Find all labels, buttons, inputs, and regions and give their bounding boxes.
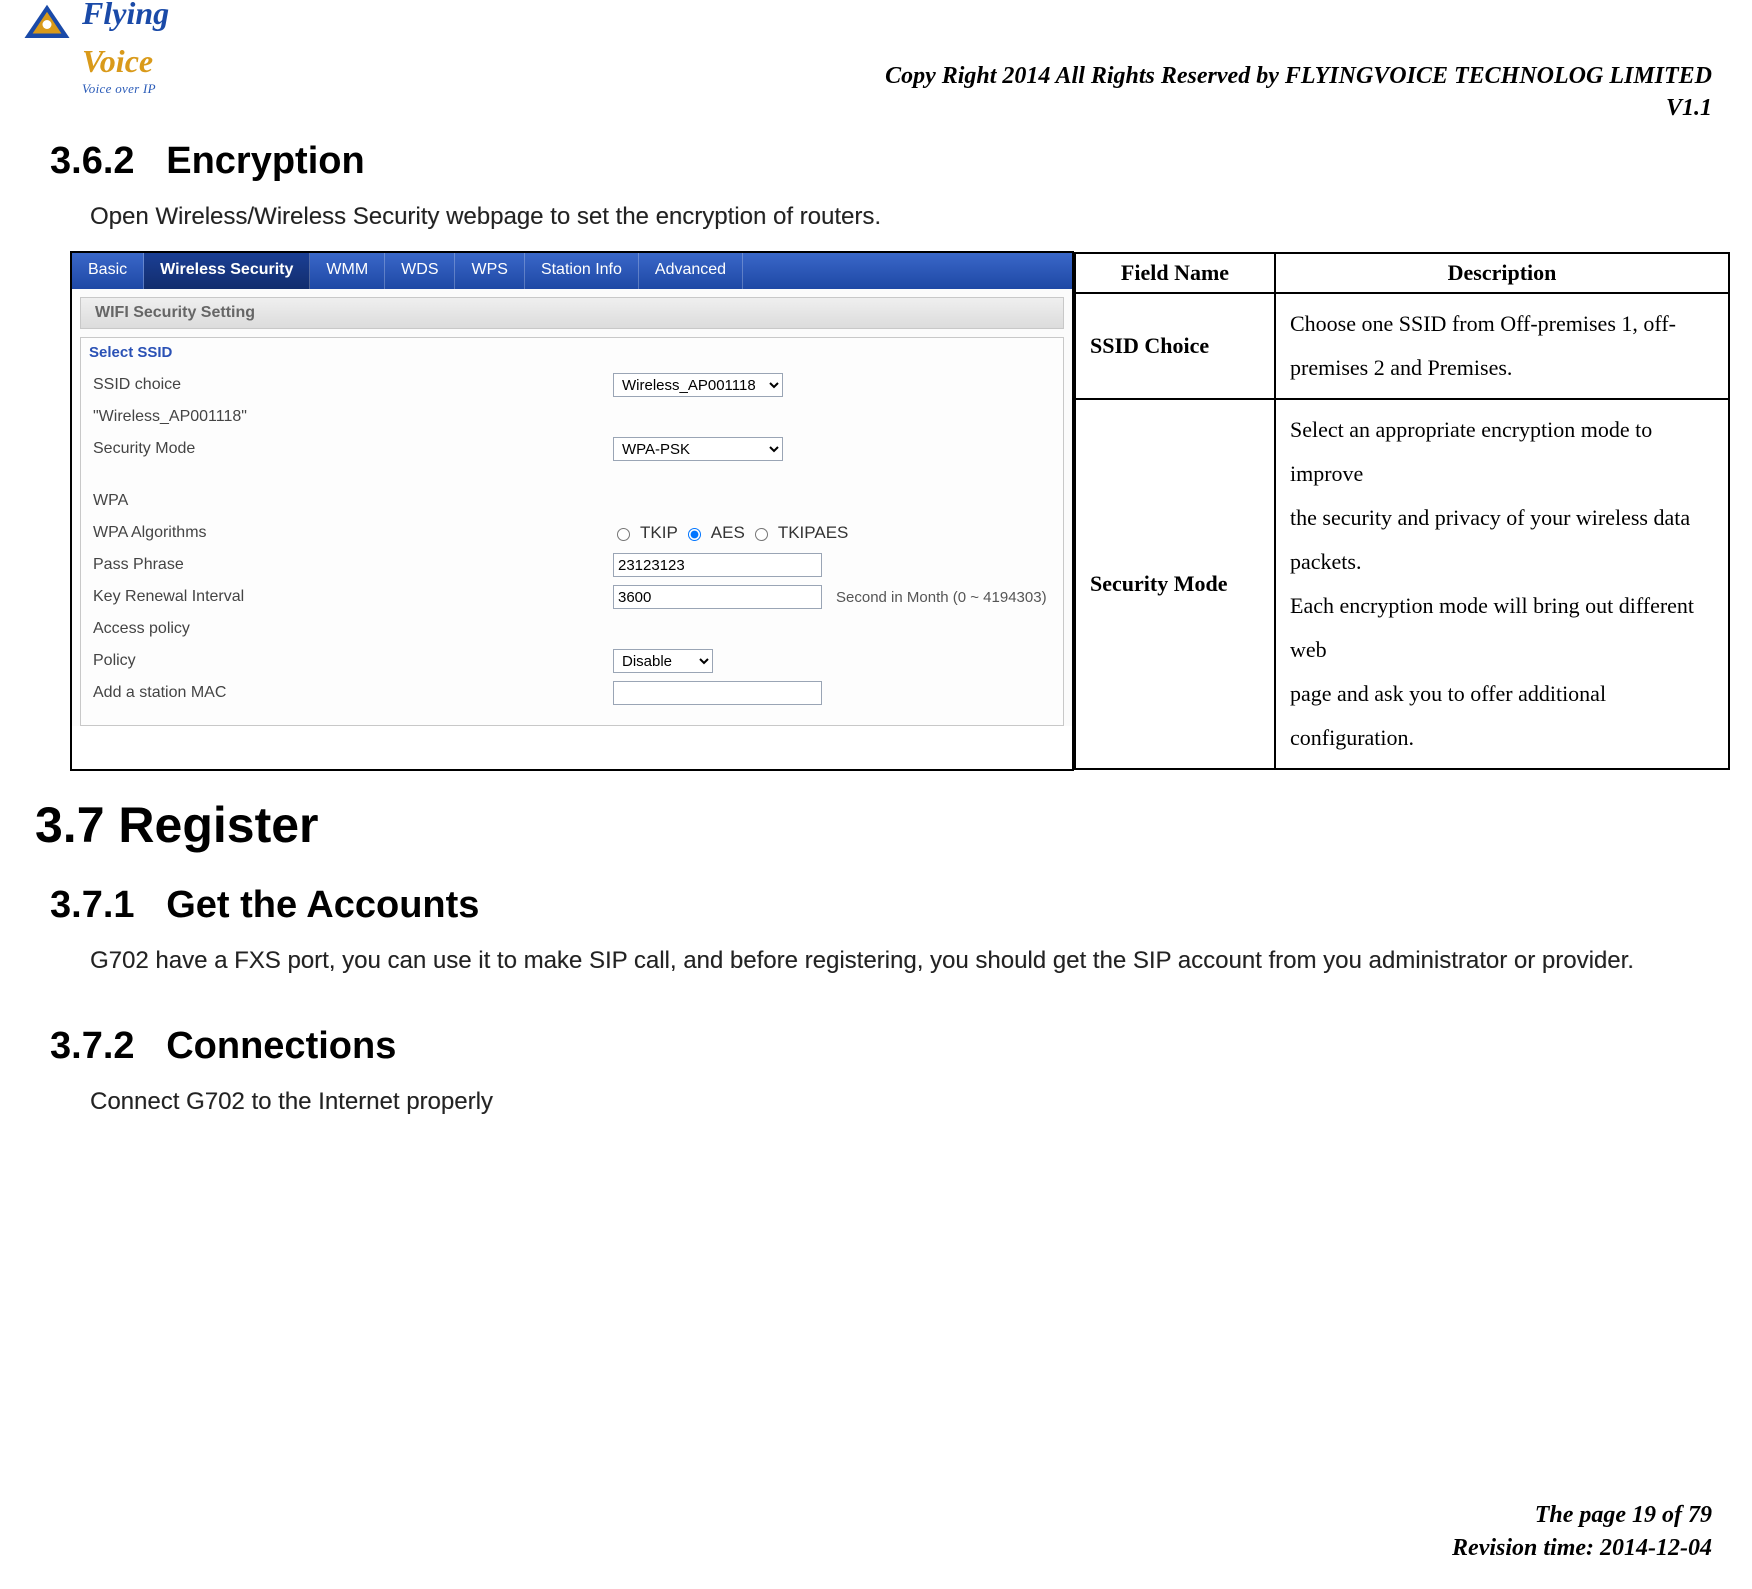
brand-logo: Flying Voice Voice over IP [20,0,169,98]
tab-advanced[interactable]: Advanced [639,253,743,289]
router-ui-screenshot: Basic Wireless Security WMM WDS WPS Stat… [72,253,1072,726]
tab-wps[interactable]: WPS [455,253,524,289]
brand-name-2: Voice [82,43,153,79]
heading-362: 3.6.2 Encryption [50,140,1712,183]
heading-371-title: Get the Accounts [166,884,479,926]
desc-row-text: Select an appropriate encryption mode to… [1275,399,1729,769]
tab-wmm[interactable]: WMM [310,253,385,289]
heading-37-title: Register [118,797,318,853]
footer-page-line: The page 19 of 79 [1452,1499,1712,1531]
field-description-table: Field Name Description SSID Choice Choos… [1074,252,1730,770]
add-station-mac-input[interactable] [613,681,822,705]
label-add-station-mac: Add a station MAC [93,684,613,702]
radio-tkip-label: TKIP [640,523,678,543]
label-key-renewal: Key Renewal Interval [93,588,613,606]
tab-basic[interactable]: Basic [72,253,144,289]
subtext-362: Open Wireless/Wireless Security webpage … [90,203,1712,231]
heading-372: 3.7.2 Connections [50,1025,1712,1068]
radio-aes[interactable] [688,528,701,541]
heading-37-num: 3.7 [35,797,105,853]
logo-mark-icon [20,0,74,43]
footer-revision-line: Revision time: 2014-12-04 [1452,1532,1712,1564]
heading-362-title: Encryption [166,140,364,182]
security-mode-select[interactable]: WPA-PSK [613,437,783,461]
brand-name-1: Flying [82,0,169,31]
heading-371: 3.7.1 Get the Accounts [50,884,1712,927]
desc-row-text: Choose one SSID from Off-premises 1, off… [1275,293,1729,399]
desc-row-field: SSID Choice [1075,293,1275,399]
tab-wireless-security[interactable]: Wireless Security [144,253,310,289]
subtext-371: G702 have a FXS port, you can use it to … [90,947,1712,975]
pass-phrase-input[interactable] [613,553,822,577]
brand-subtitle: Voice over IP [82,81,156,96]
key-renewal-after: Second in Month (0 ~ 4194303) [836,589,1047,606]
radio-tkipaes-label: TKIPAES [778,523,849,543]
ssid-choice-select[interactable]: Wireless_AP001118 [613,373,783,397]
label-access-policy: Access policy [93,620,613,638]
desc-header-description: Description [1275,253,1729,293]
radio-aes-label: AES [711,523,745,543]
version-line: V1.1 [885,92,1712,124]
label-pass-phrase: Pass Phrase [93,556,613,574]
desc-row-field: Security Mode [1075,399,1275,769]
tab-station-info[interactable]: Station Info [525,253,639,289]
heading-362-num: 3.6.2 [50,140,135,182]
label-wpa-algorithms: WPA Algorithms [93,524,613,542]
heading-372-num: 3.7.2 [50,1025,135,1067]
subtext-372: Connect G702 to the Internet properly [90,1088,1712,1116]
key-renewal-input[interactable] [613,585,822,609]
policy-select[interactable]: Disable [613,649,713,673]
label-policy: Policy [93,652,613,670]
heading-372-title: Connections [166,1025,396,1067]
label-wpa: WPA [93,492,613,510]
label-ssid-choice: SSID choice [93,376,613,394]
desc-header-field: Field Name [1075,253,1275,293]
copyright-line: Copy Right 2014 All Rights Reserved by F… [885,60,1712,92]
router-subheader: WIFI Security Setting [80,297,1064,329]
heading-37: 3.7 Register [35,796,1712,854]
router-tabs: Basic Wireless Security WMM WDS WPS Stat… [72,253,1072,289]
tab-wds[interactable]: WDS [385,253,455,289]
label-security-mode: Security Mode [93,440,613,458]
heading-371-num: 3.7.1 [50,884,135,926]
radio-tkip[interactable] [617,528,630,541]
panel-legend: Select SSID [89,344,1051,361]
radio-tkipaes[interactable] [755,528,768,541]
label-ssid-quoted: "Wireless_AP001118" [93,408,613,426]
router-panel: Select SSID SSID choice Wireless_AP00111… [80,337,1064,726]
encryption-table: Basic Wireless Security WMM WDS WPS Stat… [70,251,1730,771]
